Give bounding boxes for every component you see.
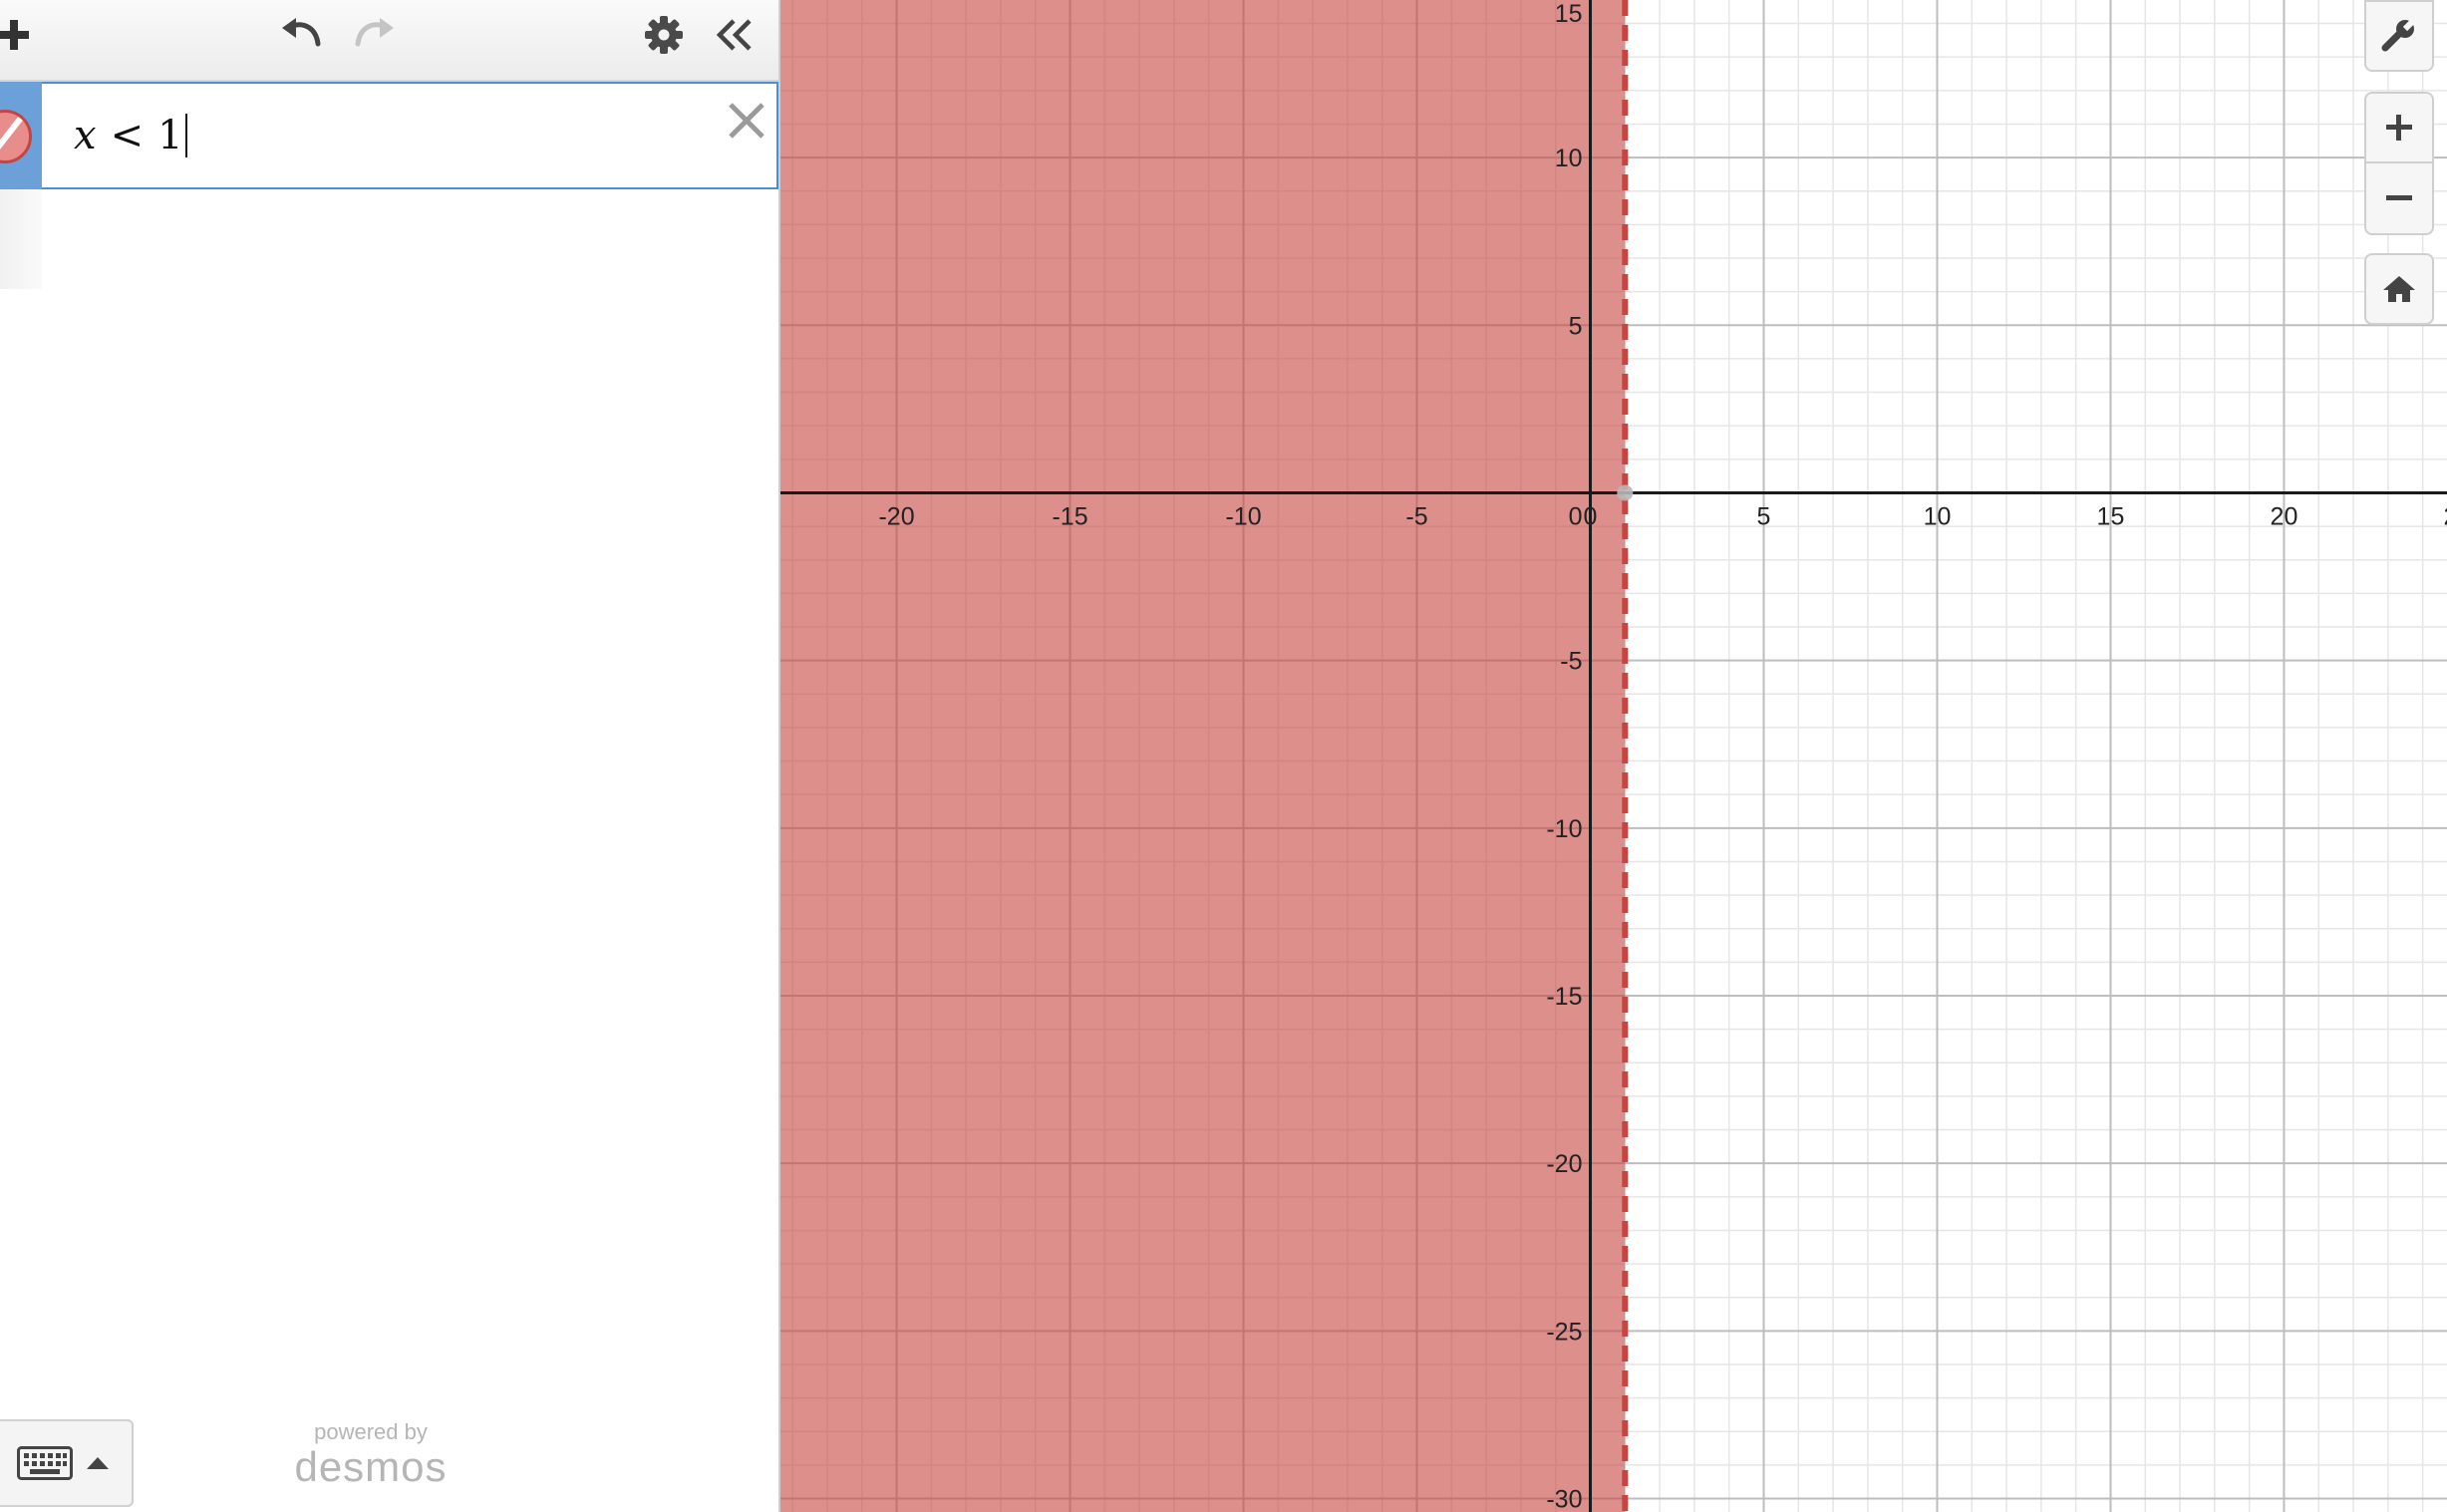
settings-button[interactable] xyxy=(638,12,690,58)
redo-icon xyxy=(355,18,394,47)
redo-button[interactable] xyxy=(347,12,403,58)
x-tick-label: 0 xyxy=(1584,502,1598,530)
color-style-icon[interactable] xyxy=(0,110,32,163)
new-expression-row[interactable] xyxy=(0,189,42,289)
y-tick-label: 15 xyxy=(1555,0,1583,28)
inequality-region xyxy=(780,0,1626,1512)
y-tick-label: -10 xyxy=(1546,815,1582,843)
caret-up-icon xyxy=(87,1457,109,1469)
graph-paper[interactable]: -20 -15 -10 -5 0 5 10 15 20 25 0 15 10 5 -5 -10 -15 -20 -2… xyxy=(780,0,2447,1512)
plus-icon xyxy=(2386,115,2412,141)
wrench-icon xyxy=(2381,18,2417,52)
x-tick-label: -20 xyxy=(878,502,914,530)
branding-line1: powered by xyxy=(314,1419,428,1444)
desmos-logo: desmos xyxy=(294,1443,448,1490)
expression-panel: x < 1 powered by desmos xyxy=(0,0,780,1512)
y-tick-label: -15 xyxy=(1546,983,1582,1011)
y-tick-label: -30 xyxy=(1546,1486,1582,1512)
text-caret xyxy=(184,114,187,157)
y-tick-label: -20 xyxy=(1546,1150,1582,1178)
intercept-point xyxy=(1617,484,1634,501)
expression-input[interactable]: x < 1 xyxy=(74,108,187,163)
x-tick-label: -5 xyxy=(1405,502,1427,530)
expression-value: 1 xyxy=(157,113,183,158)
origin-label: 0 xyxy=(1569,502,1583,530)
expression-tab xyxy=(0,82,42,189)
graph-settings-button[interactable] xyxy=(2364,0,2434,72)
plus-icon xyxy=(0,20,29,50)
home-icon xyxy=(2383,276,2415,302)
minus-icon xyxy=(2386,195,2412,200)
keyboard-icon xyxy=(17,1446,73,1480)
x-tick-label: -15 xyxy=(1052,502,1087,530)
x-tick-label: 15 xyxy=(2097,502,2125,530)
default-viewport-button[interactable] xyxy=(2364,253,2434,325)
zoom-in-button[interactable] xyxy=(2364,92,2434,163)
graphing-calculator: x < 1 powered by desmos -20 -15 -10 -5 0… xyxy=(0,0,2447,1512)
expression-operator: < xyxy=(110,113,145,158)
undo-icon xyxy=(282,18,321,47)
undo-button[interactable] xyxy=(273,12,329,58)
x-tick-label: 25 xyxy=(2444,502,2447,530)
expression-row[interactable]: x < 1 xyxy=(0,82,778,189)
x-tick-label: 10 xyxy=(1924,502,1952,530)
y-tick-label: -25 xyxy=(1546,1318,1582,1346)
keypad-toggle-button[interactable] xyxy=(0,1419,134,1507)
y-tick-label: 5 xyxy=(1569,312,1583,340)
x-tick-label: 5 xyxy=(1757,502,1771,530)
expression-toolbar xyxy=(0,0,778,82)
powered-by-desmos[interactable]: powered by desmos xyxy=(291,1419,451,1489)
zoom-out-button[interactable] xyxy=(2364,163,2434,235)
gear-icon xyxy=(645,16,683,54)
x-tick-label: 20 xyxy=(2271,502,2298,530)
y-tick-label: 10 xyxy=(1555,145,1583,172)
y-tick-label: -5 xyxy=(1560,648,1582,676)
expression-variable: x xyxy=(74,113,97,158)
x-tick-label: -10 xyxy=(1225,502,1261,530)
graph-canvas: -20 -15 -10 -5 0 5 10 15 20 25 0 15 10 5 -5 -10 -15 -20 -2… xyxy=(780,0,2447,1512)
close-icon xyxy=(729,103,765,139)
add-expression-button[interactable] xyxy=(0,12,36,58)
double-chevron-left-icon xyxy=(716,19,752,51)
delete-expression-button[interactable] xyxy=(720,94,773,148)
collapse-panel-button[interactable] xyxy=(706,12,762,58)
